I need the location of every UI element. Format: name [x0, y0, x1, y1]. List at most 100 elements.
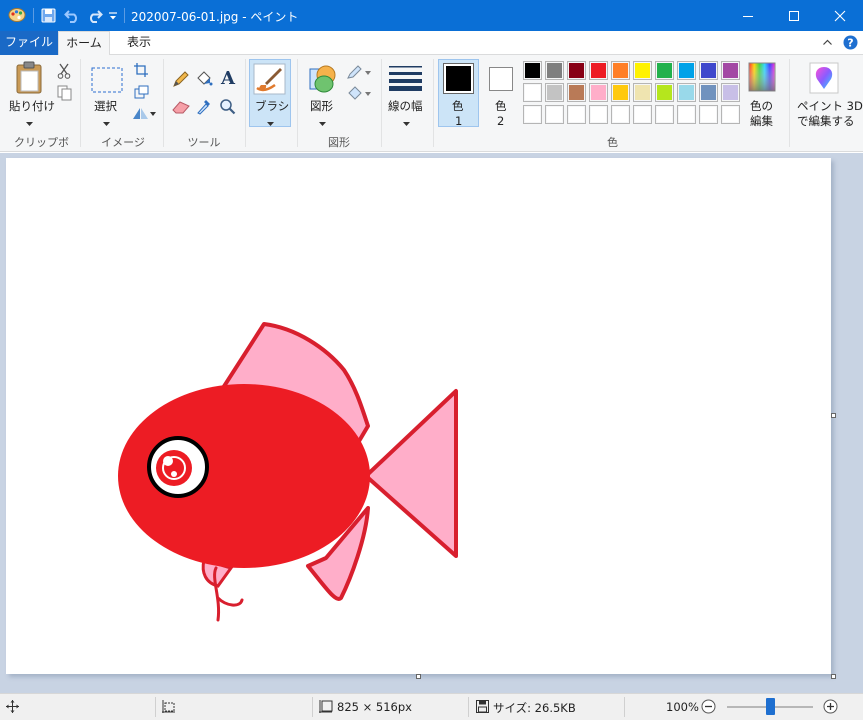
palette-swatch[interactable] — [523, 105, 542, 124]
paste-dropdown-icon[interactable] — [26, 116, 33, 130]
palette-swatch-color — [723, 63, 738, 78]
paint3d-label-line2[interactable]: で編集する — [797, 113, 855, 129]
palette-swatch[interactable] — [633, 83, 652, 102]
palette-swatch[interactable] — [611, 61, 630, 80]
status-divider — [312, 697, 313, 717]
close-button[interactable] — [817, 0, 863, 31]
shapes-dropdown-icon[interactable] — [319, 116, 326, 130]
magnifier-icon[interactable] — [219, 98, 236, 118]
image-size-icon — [319, 700, 333, 717]
drawing-canvas[interactable] — [6, 158, 831, 674]
collapse-ribbon-icon[interactable] — [822, 37, 833, 51]
undo-icon[interactable] — [64, 8, 80, 26]
palette-swatch[interactable] — [589, 105, 608, 124]
paste-button[interactable]: 貼り付け — [9, 98, 55, 114]
edit-colors-label-line1[interactable]: 色の — [750, 98, 773, 114]
paint3d-label-line1[interactable]: ペイント 3D — [797, 98, 863, 114]
palette-swatch-color — [613, 63, 628, 78]
fill-bucket-icon[interactable] — [195, 70, 213, 91]
tab-home[interactable]: ホーム — [58, 31, 110, 56]
palette-swatch[interactable] — [589, 61, 608, 80]
resize-icon[interactable] — [134, 85, 149, 102]
palette-swatch[interactable] — [523, 61, 542, 80]
palette-swatch[interactable] — [699, 83, 718, 102]
outline-icon[interactable] — [347, 65, 371, 82]
palette-swatch[interactable] — [655, 83, 674, 102]
palette-swatch-color — [635, 63, 650, 78]
line-width-icon[interactable] — [389, 65, 422, 94]
palette-swatch[interactable] — [699, 105, 718, 124]
customize-toolbar-chevron-icon[interactable] — [108, 11, 118, 25]
palette-swatch[interactable] — [699, 61, 718, 80]
pencil-icon[interactable] — [172, 71, 189, 91]
paint3d-icon[interactable] — [809, 62, 839, 97]
zoom-slider-thumb[interactable] — [765, 698, 775, 715]
line-width-button[interactable]: 線の幅 — [388, 98, 423, 114]
palette-swatch[interactable] — [611, 105, 630, 124]
palette-swatch[interactable] — [655, 61, 674, 80]
tab-file[interactable]: ファイル — [0, 31, 58, 55]
palette-swatch[interactable] — [611, 83, 630, 102]
edit-colors-icon[interactable] — [748, 62, 776, 95]
color2-button[interactable] — [489, 67, 513, 91]
palette-swatch[interactable] — [633, 105, 652, 124]
help-icon[interactable]: ? — [843, 35, 858, 53]
palette-swatch[interactable] — [545, 105, 564, 124]
palette-swatch[interactable] — [567, 105, 586, 124]
shapes-button[interactable]: 図形 — [310, 98, 333, 114]
palette-swatch[interactable] — [677, 105, 696, 124]
palette-swatch[interactable] — [677, 83, 696, 102]
resize-handle-right[interactable] — [831, 413, 836, 418]
palette-swatch[interactable] — [677, 61, 696, 80]
palette-swatch[interactable] — [633, 61, 652, 80]
edit-colors-label-line2[interactable]: 編集 — [750, 113, 773, 129]
palette-swatch[interactable] — [523, 83, 542, 102]
line-width-dropdown-icon[interactable] — [403, 116, 410, 130]
cursor-position-icon — [6, 700, 19, 716]
resize-handle-bottom[interactable] — [416, 674, 421, 679]
shapes-icon[interactable] — [306, 63, 340, 98]
status-bar: 825 × 516px サイズ: 26.5KB 100% — [0, 693, 863, 720]
palette-swatch-color — [547, 63, 562, 78]
cut-icon[interactable] — [57, 63, 71, 82]
palette-swatch[interactable] — [567, 83, 586, 102]
palette-swatch[interactable] — [545, 61, 564, 80]
divider — [33, 8, 34, 23]
palette-swatch[interactable] — [655, 105, 674, 124]
palette-swatch[interactable] — [589, 83, 608, 102]
palette-swatch[interactable] — [721, 83, 740, 102]
select-icon[interactable] — [91, 67, 123, 96]
divider — [124, 8, 125, 23]
select-button[interactable]: 選択 — [94, 98, 117, 114]
color-picker-icon[interactable] — [196, 98, 212, 118]
minimize-button[interactable] — [725, 0, 771, 31]
save-icon[interactable] — [41, 8, 56, 26]
palette-swatch-color — [525, 107, 540, 122]
brush-dropdown-icon[interactable] — [267, 116, 274, 130]
paste-icon[interactable] — [15, 61, 45, 98]
fill-icon[interactable] — [347, 86, 371, 103]
redo-icon[interactable] — [87, 8, 103, 26]
maximize-button[interactable] — [771, 0, 817, 31]
zoom-in-button[interactable] — [823, 699, 838, 717]
tab-view[interactable]: 表示 — [114, 31, 164, 55]
rotate-icon[interactable] — [132, 106, 156, 123]
group-divider — [433, 59, 434, 147]
eraser-icon[interactable] — [172, 100, 190, 117]
palette-swatch[interactable] — [721, 105, 740, 124]
paint-app-icon[interactable] — [8, 7, 26, 26]
resize-handle-corner[interactable] — [831, 674, 836, 679]
select-dropdown-icon[interactable] — [103, 116, 110, 130]
close-icon — [834, 10, 846, 21]
crop-icon[interactable] — [134, 63, 148, 80]
copy-icon[interactable] — [57, 85, 72, 104]
zoom-out-button[interactable] — [701, 699, 716, 717]
status-divider — [155, 697, 156, 717]
text-tool-icon[interactable]: A — [220, 68, 236, 89]
palette-swatch[interactable] — [721, 61, 740, 80]
palette-swatch-color — [569, 107, 584, 122]
palette-swatch[interactable] — [545, 83, 564, 102]
palette-swatch-color — [657, 107, 672, 122]
brush-icon[interactable] — [253, 63, 286, 98]
palette-swatch[interactable] — [567, 61, 586, 80]
